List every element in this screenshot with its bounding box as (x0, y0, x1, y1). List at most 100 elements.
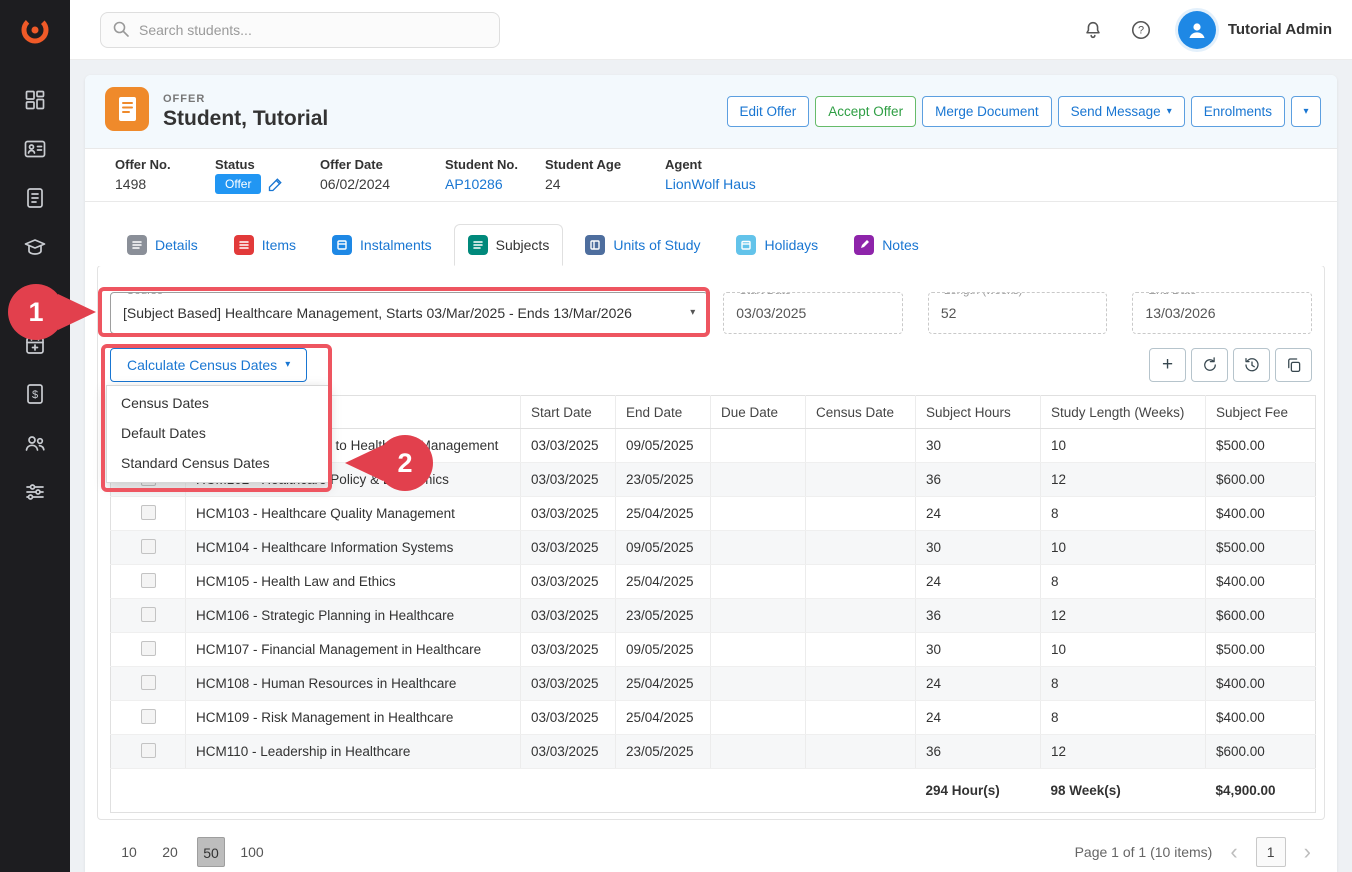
invoice-icon: $ (23, 382, 47, 406)
table-row: HCM105 - Health Law and Ethics 03/03/202… (111, 565, 1316, 599)
app: $ ? Tutorial Admin (0, 0, 1352, 872)
dashboard-icon (23, 88, 47, 112)
student-no-field: Student No. AP10286 (445, 157, 545, 201)
sidebar-item-agents[interactable] (0, 418, 70, 467)
row-checkbox[interactable] (141, 505, 156, 520)
offer-titles: OFFER Student, Tutorial (163, 93, 328, 131)
offer-header: OFFER Student, Tutorial Edit Offer Accep… (85, 75, 1337, 148)
graduation-cap-icon (23, 235, 47, 259)
refresh-button[interactable] (1191, 348, 1228, 382)
sidebar-item-settings[interactable] (0, 467, 70, 516)
row-checkbox[interactable] (141, 675, 156, 690)
more-actions-button[interactable]: ▾ (1291, 96, 1321, 127)
subject-hours-column-header: Subject Hours (916, 396, 1041, 429)
next-page-icon[interactable]: › (1300, 841, 1315, 863)
row-checkbox[interactable] (141, 641, 156, 656)
menu-item-default-dates[interactable]: Default Dates (107, 418, 328, 448)
tab-instalments[interactable]: Instalments (318, 224, 446, 266)
page-size-100[interactable]: 100 (238, 837, 266, 867)
student-no-link[interactable]: AP10286 (445, 176, 535, 192)
table-row: HCM110 - Leadership in Healthcare 03/03/… (111, 735, 1316, 769)
subject-cell: HCM103 - Healthcare Quality Management (186, 497, 521, 531)
page-size-50[interactable]: 50 (197, 837, 225, 867)
enrolments-button[interactable]: Enrolments (1191, 96, 1285, 127)
annotation-step-1: 1 (8, 284, 64, 340)
copy-button[interactable] (1275, 348, 1312, 382)
users-icon (23, 431, 47, 455)
due-date-column-header: Due Date (711, 396, 806, 429)
history-button[interactable] (1233, 348, 1270, 382)
help-icon: ? (1130, 19, 1152, 41)
end-date-field: End Date 13/03/2026 (1132, 292, 1312, 334)
totals-row: 294 Hour(s) 98 Week(s) $4,900.00 (111, 769, 1316, 813)
help-button[interactable]: ? (1130, 19, 1152, 41)
offer-date-field: Offer Date 06/02/2024 (320, 157, 445, 201)
merge-document-button[interactable]: Merge Document (922, 96, 1052, 127)
sidebar-item-courses[interactable] (0, 222, 70, 271)
row-checkbox[interactable] (141, 709, 156, 724)
send-message-button[interactable]: Send Message▾ (1058, 96, 1185, 127)
study-length-column-header: Study Length (Weeks) (1041, 396, 1206, 429)
course-select[interactable]: Course [Subject Based] Healthcare Manage… (110, 292, 708, 334)
row-checkbox[interactable] (141, 539, 156, 554)
sidebar-item-dashboard[interactable] (0, 75, 70, 124)
tab-subjects[interactable]: Subjects (454, 224, 564, 266)
student-age-field: Student Age 24 (545, 157, 665, 201)
start-date-column-header: Start Date (521, 396, 616, 429)
search-box (100, 12, 500, 48)
notifications-button[interactable] (1082, 19, 1104, 41)
length-weeks-field: Length (weeks) 52 (928, 292, 1108, 334)
offer-info-bar: Offer No. 1498 Status Offer Offer Date 0… (85, 148, 1337, 202)
calculate-census-dates-button[interactable]: Calculate Census Dates ▾ (110, 348, 307, 382)
sidebar-item-contacts[interactable] (0, 124, 70, 173)
avatar (1178, 11, 1216, 49)
row-checkbox[interactable] (141, 743, 156, 758)
sidebar-item-offers[interactable] (0, 173, 70, 222)
offer-tabs: Details Items Instalments Subjects Units… (85, 202, 1337, 266)
row-checkbox[interactable] (141, 573, 156, 588)
annotation-step-2: 2 (377, 435, 433, 491)
menu-item-standard-census-dates[interactable]: Standard Census Dates (107, 448, 328, 478)
subject-cell: HCM108 - Human Resources in Healthcare (186, 667, 521, 701)
refresh-icon (1201, 356, 1219, 374)
agent-link[interactable]: LionWolf Haus (665, 176, 756, 192)
row-checkbox[interactable] (141, 607, 156, 622)
add-subject-button[interactable]: + (1149, 348, 1186, 382)
tab-details[interactable]: Details (113, 224, 212, 266)
total-fee: $4,900.00 (1206, 769, 1316, 813)
subject-cell: HCM110 - Leadership in Healthcare (186, 735, 521, 769)
search-input[interactable] (100, 12, 500, 48)
notes-tab-icon (854, 235, 874, 255)
prev-page-icon[interactable]: ‹ (1226, 841, 1241, 863)
table-toolbar: + (1149, 348, 1312, 382)
history-clock-icon (1243, 356, 1261, 374)
page-size-10[interactable]: 10 (115, 837, 143, 867)
tab-notes[interactable]: Notes (840, 224, 933, 266)
accept-offer-button[interactable]: Accept Offer (815, 96, 916, 127)
edit-status-icon[interactable] (268, 177, 283, 192)
page-size-20[interactable]: 20 (156, 837, 184, 867)
sliders-icon (23, 480, 47, 504)
pager-info: Page 1 of 1 (10 items) (1075, 844, 1213, 860)
tab-units-of-study[interactable]: Units of Study (571, 224, 714, 266)
tab-holidays[interactable]: Holidays (722, 224, 832, 266)
holidays-tab-icon (736, 235, 756, 255)
tab-items[interactable]: Items (220, 224, 310, 266)
svg-text:$: $ (32, 389, 38, 401)
offers-document-icon (23, 186, 47, 210)
table-row: HCM103 - Healthcare Quality Management 0… (111, 497, 1316, 531)
page-title: Student, Tutorial (163, 107, 328, 131)
search-icon (112, 20, 130, 38)
table-row: HCM108 - Human Resources in Healthcare 0… (111, 667, 1316, 701)
plus-icon: + (1162, 354, 1173, 376)
start-date-field: Start Date 03/03/2025 (723, 292, 903, 334)
course-row: Course [Subject Based] Healthcare Manage… (110, 292, 1312, 334)
app-logo-icon[interactable] (0, 0, 70, 60)
sidebar-item-invoices[interactable]: $ (0, 369, 70, 418)
menu-item-census-dates[interactable]: Census Dates (107, 388, 328, 418)
subject-cell: HCM104 - Healthcare Information Systems (186, 531, 521, 565)
user-menu[interactable]: Tutorial Admin (1178, 11, 1332, 49)
current-page-button[interactable]: 1 (1256, 837, 1286, 867)
instalments-tab-icon (332, 235, 352, 255)
edit-offer-button[interactable]: Edit Offer (727, 96, 810, 127)
